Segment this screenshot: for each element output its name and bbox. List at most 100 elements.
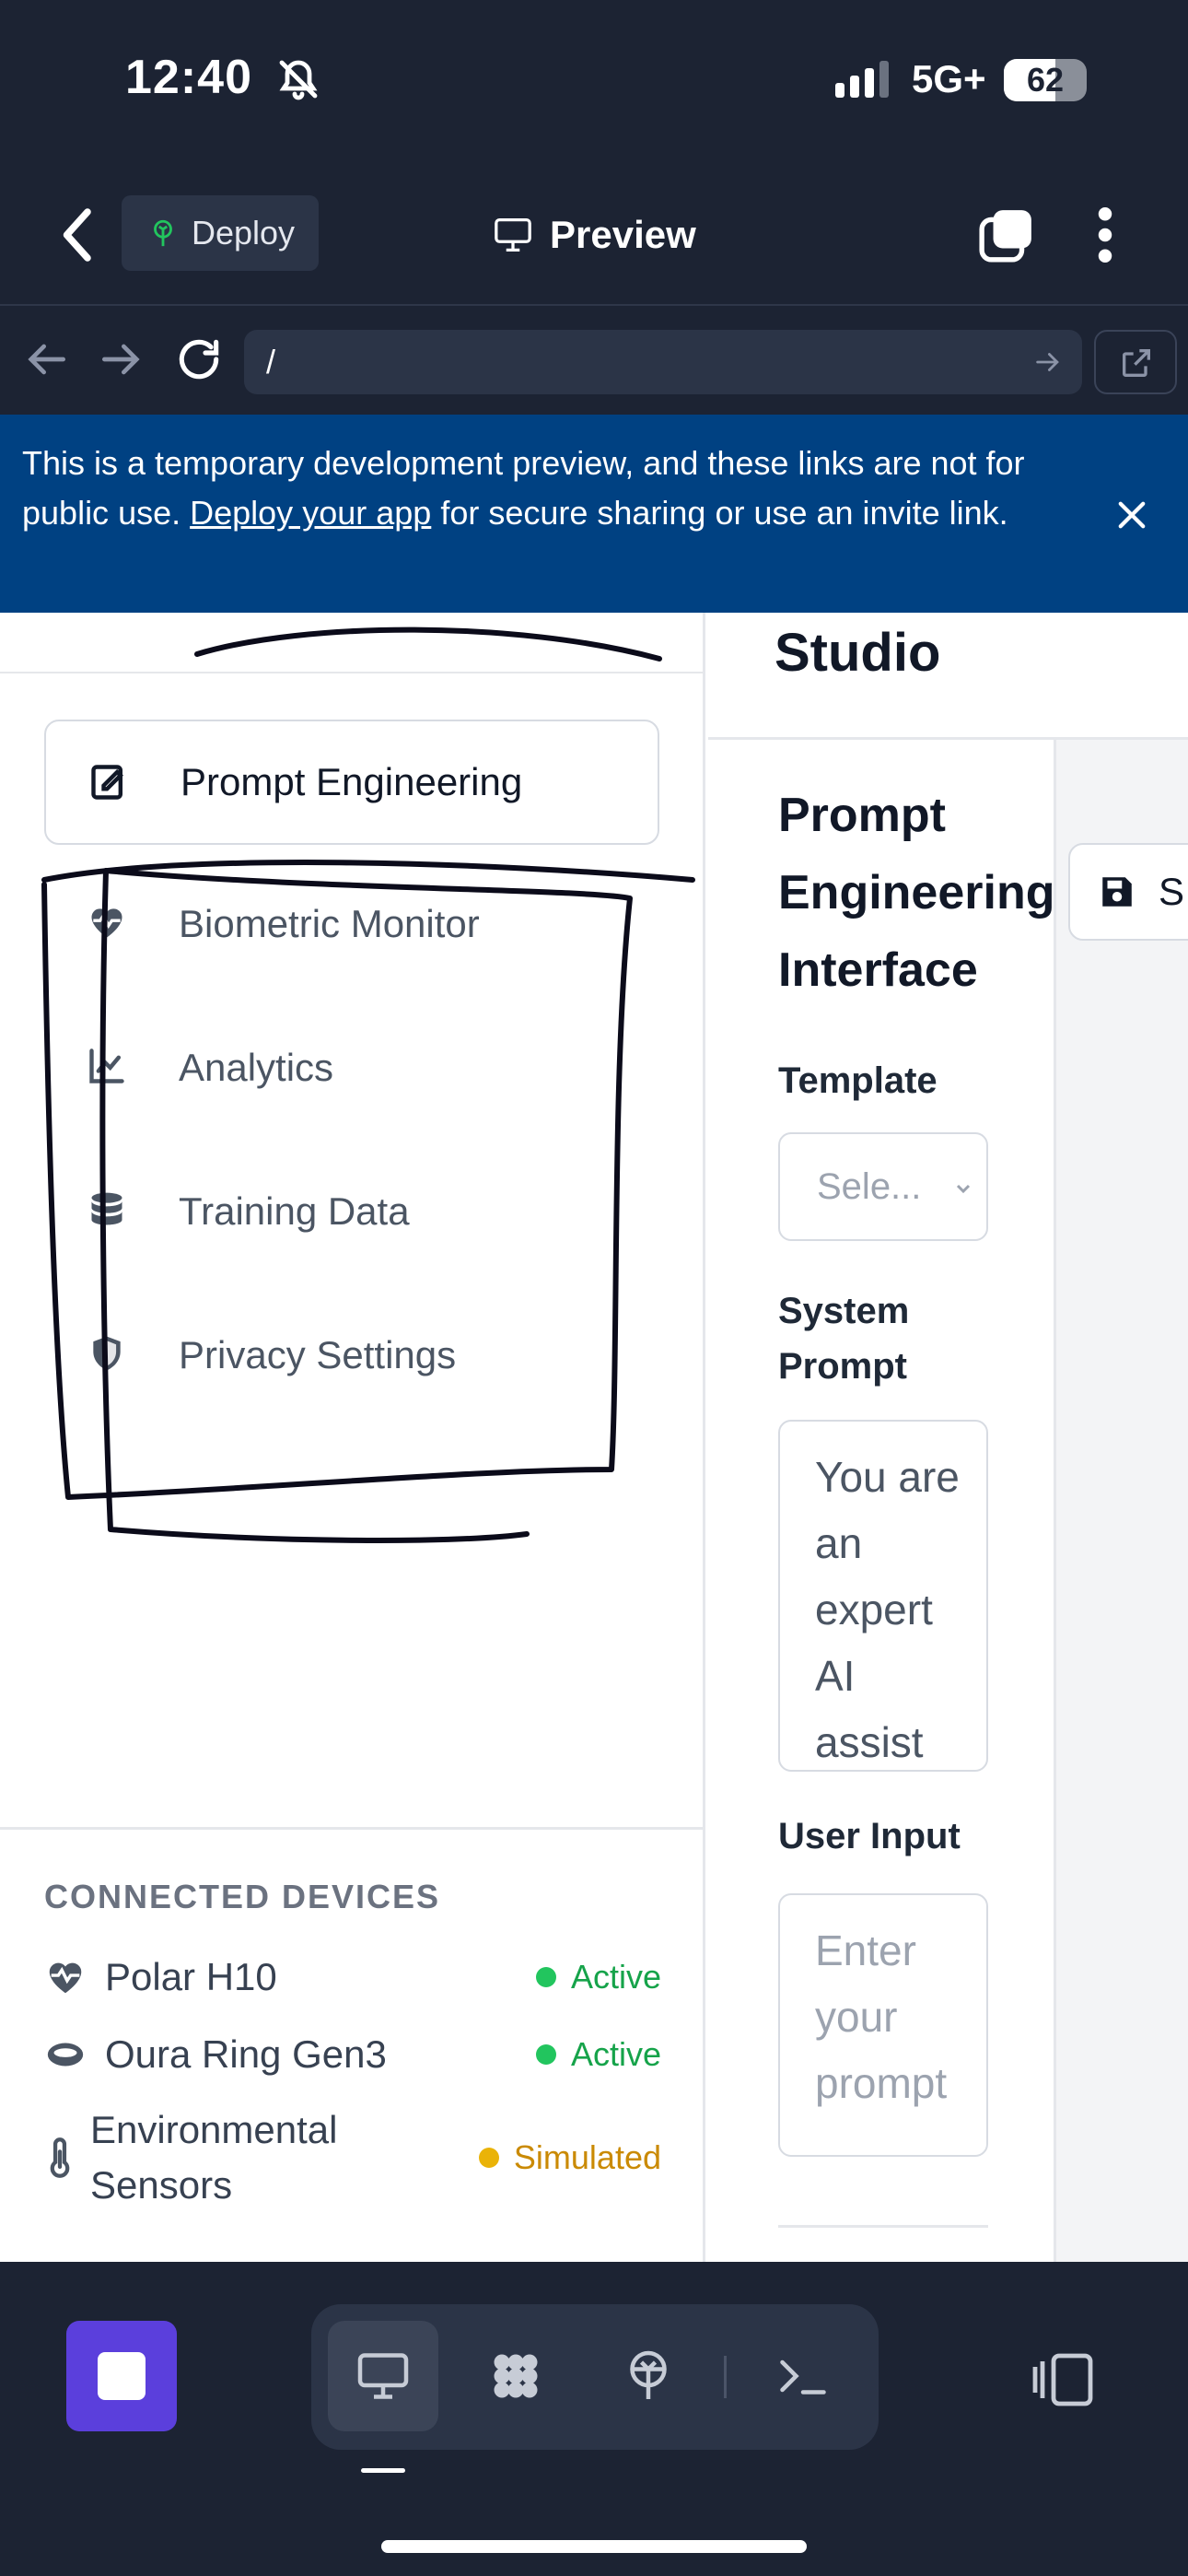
output-pane — [1056, 740, 1188, 2262]
main-header: Studio — [708, 613, 1188, 740]
grid-blob-icon — [494, 2354, 538, 2398]
device-row: Environmental Sensors Simulated — [44, 2102, 661, 2213]
user-input-textarea[interactable]: Enter your prompt — [778, 1893, 988, 2157]
template-placeholder: Sele... — [817, 1166, 922, 1207]
shield-icon — [93, 1336, 121, 1371]
network-type: 5G+ — [912, 57, 986, 100]
deploy-button[interactable]: Deploy — [122, 195, 319, 271]
deploy-icon — [154, 219, 172, 247]
status-badge: Active — [535, 2035, 661, 2074]
tool-separator — [724, 2356, 727, 2398]
banner-text-after: for secure sharing or use an invite link… — [440, 494, 1008, 532]
url-text: / — [266, 343, 276, 381]
device-name: Environmental Sensors — [90, 2108, 338, 2207]
device-row: Oura Ring Gen3 Active — [44, 2027, 661, 2082]
template-select[interactable]: Sele... — [778, 1132, 988, 1241]
status-text: Simulated — [513, 2138, 661, 2176]
prompt-editor-panel: Prompt Engineering Interface Template Se… — [708, 740, 1056, 2262]
external-link-icon — [1123, 349, 1150, 377]
devices-title: CONNECTED DEVICES — [44, 1878, 441, 1915]
sidebar-item-label: Biometric Monitor — [179, 902, 480, 945]
preview-tab[interactable]: Preview — [493, 203, 696, 267]
nav-back-icon[interactable] — [20, 334, 72, 385]
deploy-icon — [630, 2350, 667, 2399]
user-input-label: User Input — [778, 1816, 961, 1856]
status-text: Active — [570, 1958, 661, 1996]
preview-warning-banner: This is a temporary development preview,… — [0, 415, 1188, 613]
sidebar-item-label: Prompt Engineering — [181, 760, 523, 803]
system-prompt-label: System Prompt — [778, 1291, 910, 1387]
system-prompt-textarea[interactable]: You are an expert AI assist — [778, 1420, 988, 1772]
battery-indicator: 62 — [1004, 59, 1087, 101]
template-label: Template — [778, 1060, 938, 1101]
stop-button[interactable] — [66, 2321, 177, 2431]
go-arrow-icon[interactable] — [1032, 346, 1064, 378]
sidebar-item-privacy-settings[interactable]: Privacy Settings — [44, 1293, 659, 1418]
sidebar-item-label: Privacy Settings — [179, 1333, 457, 1376]
save-button[interactable]: S — [1068, 843, 1188, 941]
heart-pulse-icon — [49, 1962, 82, 1994]
edit-icon — [91, 765, 123, 800]
deploy-label: Deploy — [192, 214, 296, 252]
close-icon[interactable] — [1112, 496, 1151, 534]
deploy-tool-button[interactable] — [593, 2321, 704, 2431]
open-external-button[interactable] — [1094, 330, 1177, 394]
device-name: Polar H10 — [105, 1955, 277, 1998]
chart-line-icon — [89, 1048, 124, 1083]
layout-toggle-icon[interactable] — [1031, 2350, 1098, 2409]
deploy-app-link[interactable]: Deploy your app — [190, 494, 431, 532]
preview-tool-button[interactable] — [328, 2321, 438, 2431]
page-title: Studio — [775, 623, 941, 683]
signal-icon — [835, 61, 889, 98]
tabs-icon[interactable] — [978, 206, 1035, 263]
home-indicator — [381, 2540, 807, 2553]
device-row: Polar H10 Active — [44, 1950, 661, 2005]
sidebar-item-training-data[interactable]: Training Data — [44, 1149, 659, 1274]
editor-divider — [778, 2225, 988, 2228]
monitor-icon — [495, 217, 531, 252]
active-tool-indicator — [361, 2468, 405, 2473]
ring-icon — [47, 2043, 84, 2067]
heart-pulse-icon — [91, 908, 122, 938]
app-header: Deploy Preview — [0, 166, 1188, 304]
database-icon — [91, 1192, 122, 1225]
device-name: Oura Ring Gen3 — [105, 2032, 387, 2076]
save-icon — [1102, 877, 1132, 907]
status-bar: 12:40 5G+ 62 — [0, 0, 1188, 166]
status-dot — [535, 1967, 556, 1987]
bell-muted-icon — [279, 60, 318, 100]
tool-switcher — [311, 2304, 879, 2450]
back-chevron-icon[interactable] — [55, 203, 101, 267]
browser-toolbar: / — [0, 304, 1188, 415]
terminal-icon — [780, 2359, 826, 2395]
preview-label: Preview — [550, 213, 696, 256]
clock: 12:40 — [125, 51, 252, 104]
more-vertical-icon[interactable] — [1087, 206, 1124, 263]
connected-devices-section: CONNECTED DEVICES Polar H10 Active Oura … — [0, 1827, 705, 2262]
status-dot — [478, 2148, 499, 2168]
sidebar-item-biometric-monitor[interactable]: Biometric Monitor — [44, 861, 659, 987]
sidebar-divider — [0, 672, 705, 673]
sidebar-item-prompt-engineering[interactable]: Prompt Engineering — [44, 720, 659, 845]
url-input[interactable]: / — [244, 330, 1082, 394]
shell-tool-button[interactable] — [748, 2321, 858, 2431]
save-label: S — [1159, 870, 1185, 913]
nav-forward-icon[interactable] — [96, 334, 147, 385]
chevron-down-icon — [956, 1184, 971, 1194]
app-content: Prompt Engineering Biometric Monitor Ana… — [0, 613, 1188, 2262]
stop-icon — [98, 2352, 146, 2400]
status-dot — [535, 2044, 556, 2065]
sidebar: Prompt Engineering Biometric Monitor Ana… — [0, 613, 705, 2262]
status-badge: Simulated — [478, 2138, 661, 2177]
monitor-icon — [357, 2353, 409, 2399]
workspace-tool-button[interactable] — [460, 2321, 571, 2431]
sidebar-item-analytics[interactable]: Analytics — [44, 1005, 659, 1130]
panel-title: Prompt Engineering Interface — [778, 789, 1055, 997]
status-text: Active — [570, 2035, 661, 2073]
sidebar-item-label: Training Data — [179, 1189, 410, 1233]
battery-percent: 62 — [1026, 61, 1065, 99]
thermometer-icon — [50, 2137, 70, 2178]
reload-icon[interactable] — [173, 334, 225, 385]
bottom-toolbar — [0, 2262, 1188, 2576]
status-badge: Active — [535, 1958, 661, 1996]
